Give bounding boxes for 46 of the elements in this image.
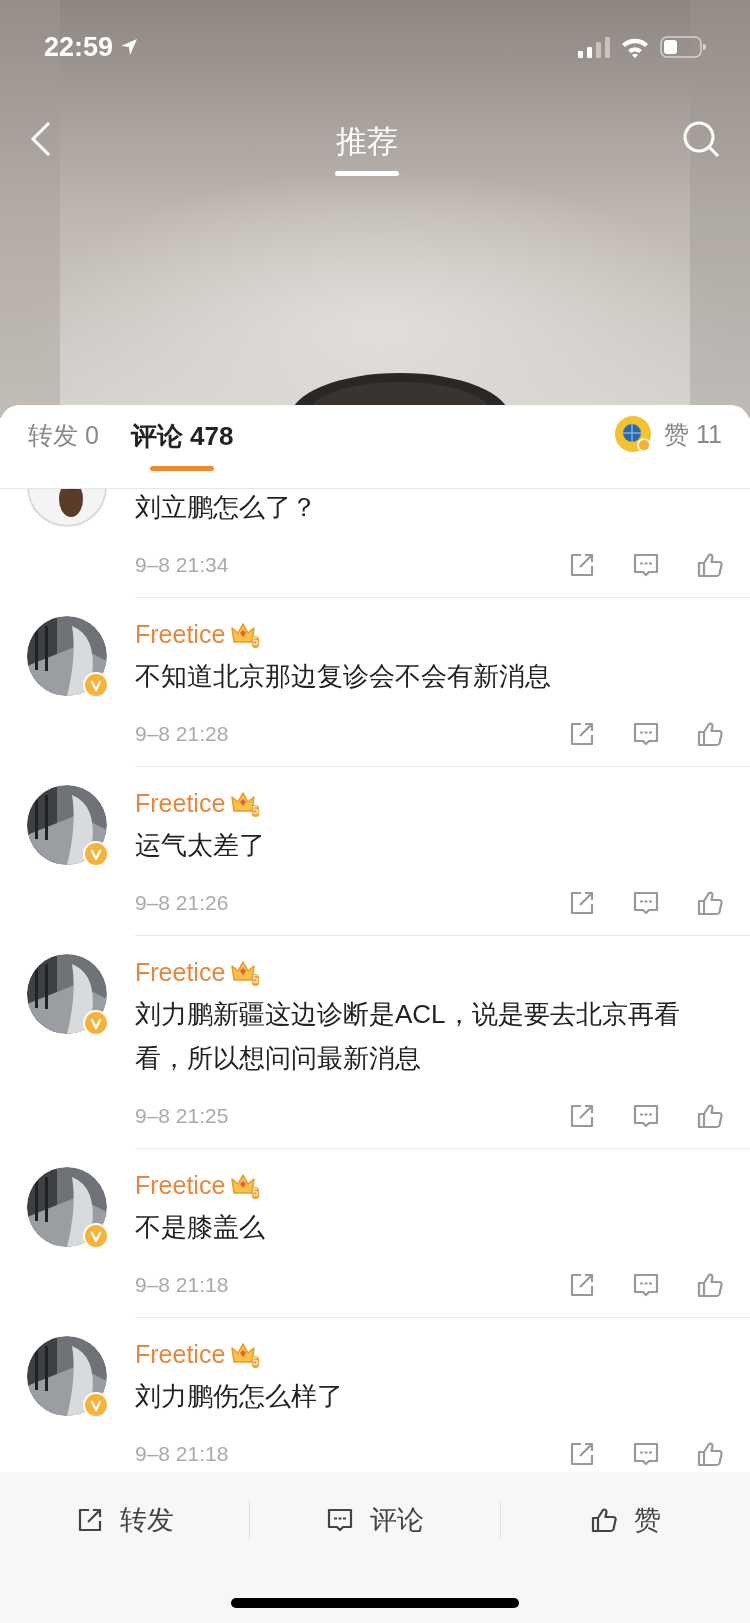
thumbs-up-icon[interactable]: [696, 1271, 724, 1299]
thumbs-up-icon[interactable]: [696, 551, 724, 579]
comment-text: 刘力鹏新疆这边诊断是ACL，说是要去北京再看看，所以想问问最新消息: [135, 998, 681, 1075]
verified-badge-icon: [83, 1392, 109, 1418]
verified-badge-icon: [83, 1223, 109, 1249]
member-level: 5: [251, 1356, 260, 1368]
thumbs-up-icon[interactable]: [589, 1506, 618, 1534]
member-level: 5: [251, 805, 260, 817]
crown-icon: [229, 1340, 258, 1366]
verified-badge-icon: [83, 672, 109, 698]
crown-icon: [229, 789, 258, 815]
comment-text: 不是膝盖么: [135, 1211, 266, 1244]
thumbs-up-icon[interactable]: [696, 1440, 724, 1468]
user-name[interactable]: Freetice: [135, 957, 226, 987]
repost-button[interactable]: 转发: [0, 1472, 250, 1568]
timestamp: 9–8 21:26: [135, 891, 229, 915]
verified-badge-icon: [83, 841, 109, 867]
member-level: 5: [251, 1187, 260, 1199]
comment-icon[interactable]: [326, 1506, 354, 1534]
comment-text: 刘立鹏怎么了？: [135, 491, 318, 524]
user-name[interactable]: Freetice: [135, 1170, 226, 1200]
verified-badge-icon: [83, 1010, 109, 1036]
crown-icon: [229, 1171, 258, 1197]
tab[interactable]: 评论 478: [130, 405, 234, 471]
timestamp: 9–8 21:28: [135, 722, 229, 746]
user-name[interactable]: Freetice: [135, 788, 226, 818]
comment-text: 刘力鹏伤怎么样了: [135, 1380, 344, 1413]
member-level: 5: [251, 636, 260, 648]
thumbs-up-icon[interactable]: [696, 720, 724, 748]
user-name[interactable]: Freetice: [135, 619, 226, 649]
like-button[interactable]: 赞: [500, 1472, 750, 1568]
timestamp: 9–8 21:18: [135, 1273, 229, 1297]
member-level: 5: [251, 974, 260, 986]
crown-icon: [229, 958, 258, 984]
comment-text: 不知道北京那边复诊会不会有新消息: [135, 660, 552, 693]
tab[interactable]: 转发 0: [28, 405, 99, 469]
likes-count[interactable]: 赞 11: [664, 417, 722, 451]
timestamp: 9–8 21:34: [135, 553, 229, 577]
timestamp: 9–8 21:25: [135, 1104, 229, 1128]
thumbs-up-icon[interactable]: [696, 1102, 724, 1130]
comment-text: 运气太差了: [135, 829, 266, 862]
timestamp: 9–8 21:18: [135, 1442, 229, 1466]
user-name[interactable]: Freetice: [135, 1339, 226, 1369]
thumbs-up-icon[interactable]: [696, 889, 724, 917]
comment-button[interactable]: 评论: [250, 1472, 500, 1568]
crown-icon: [229, 620, 258, 646]
